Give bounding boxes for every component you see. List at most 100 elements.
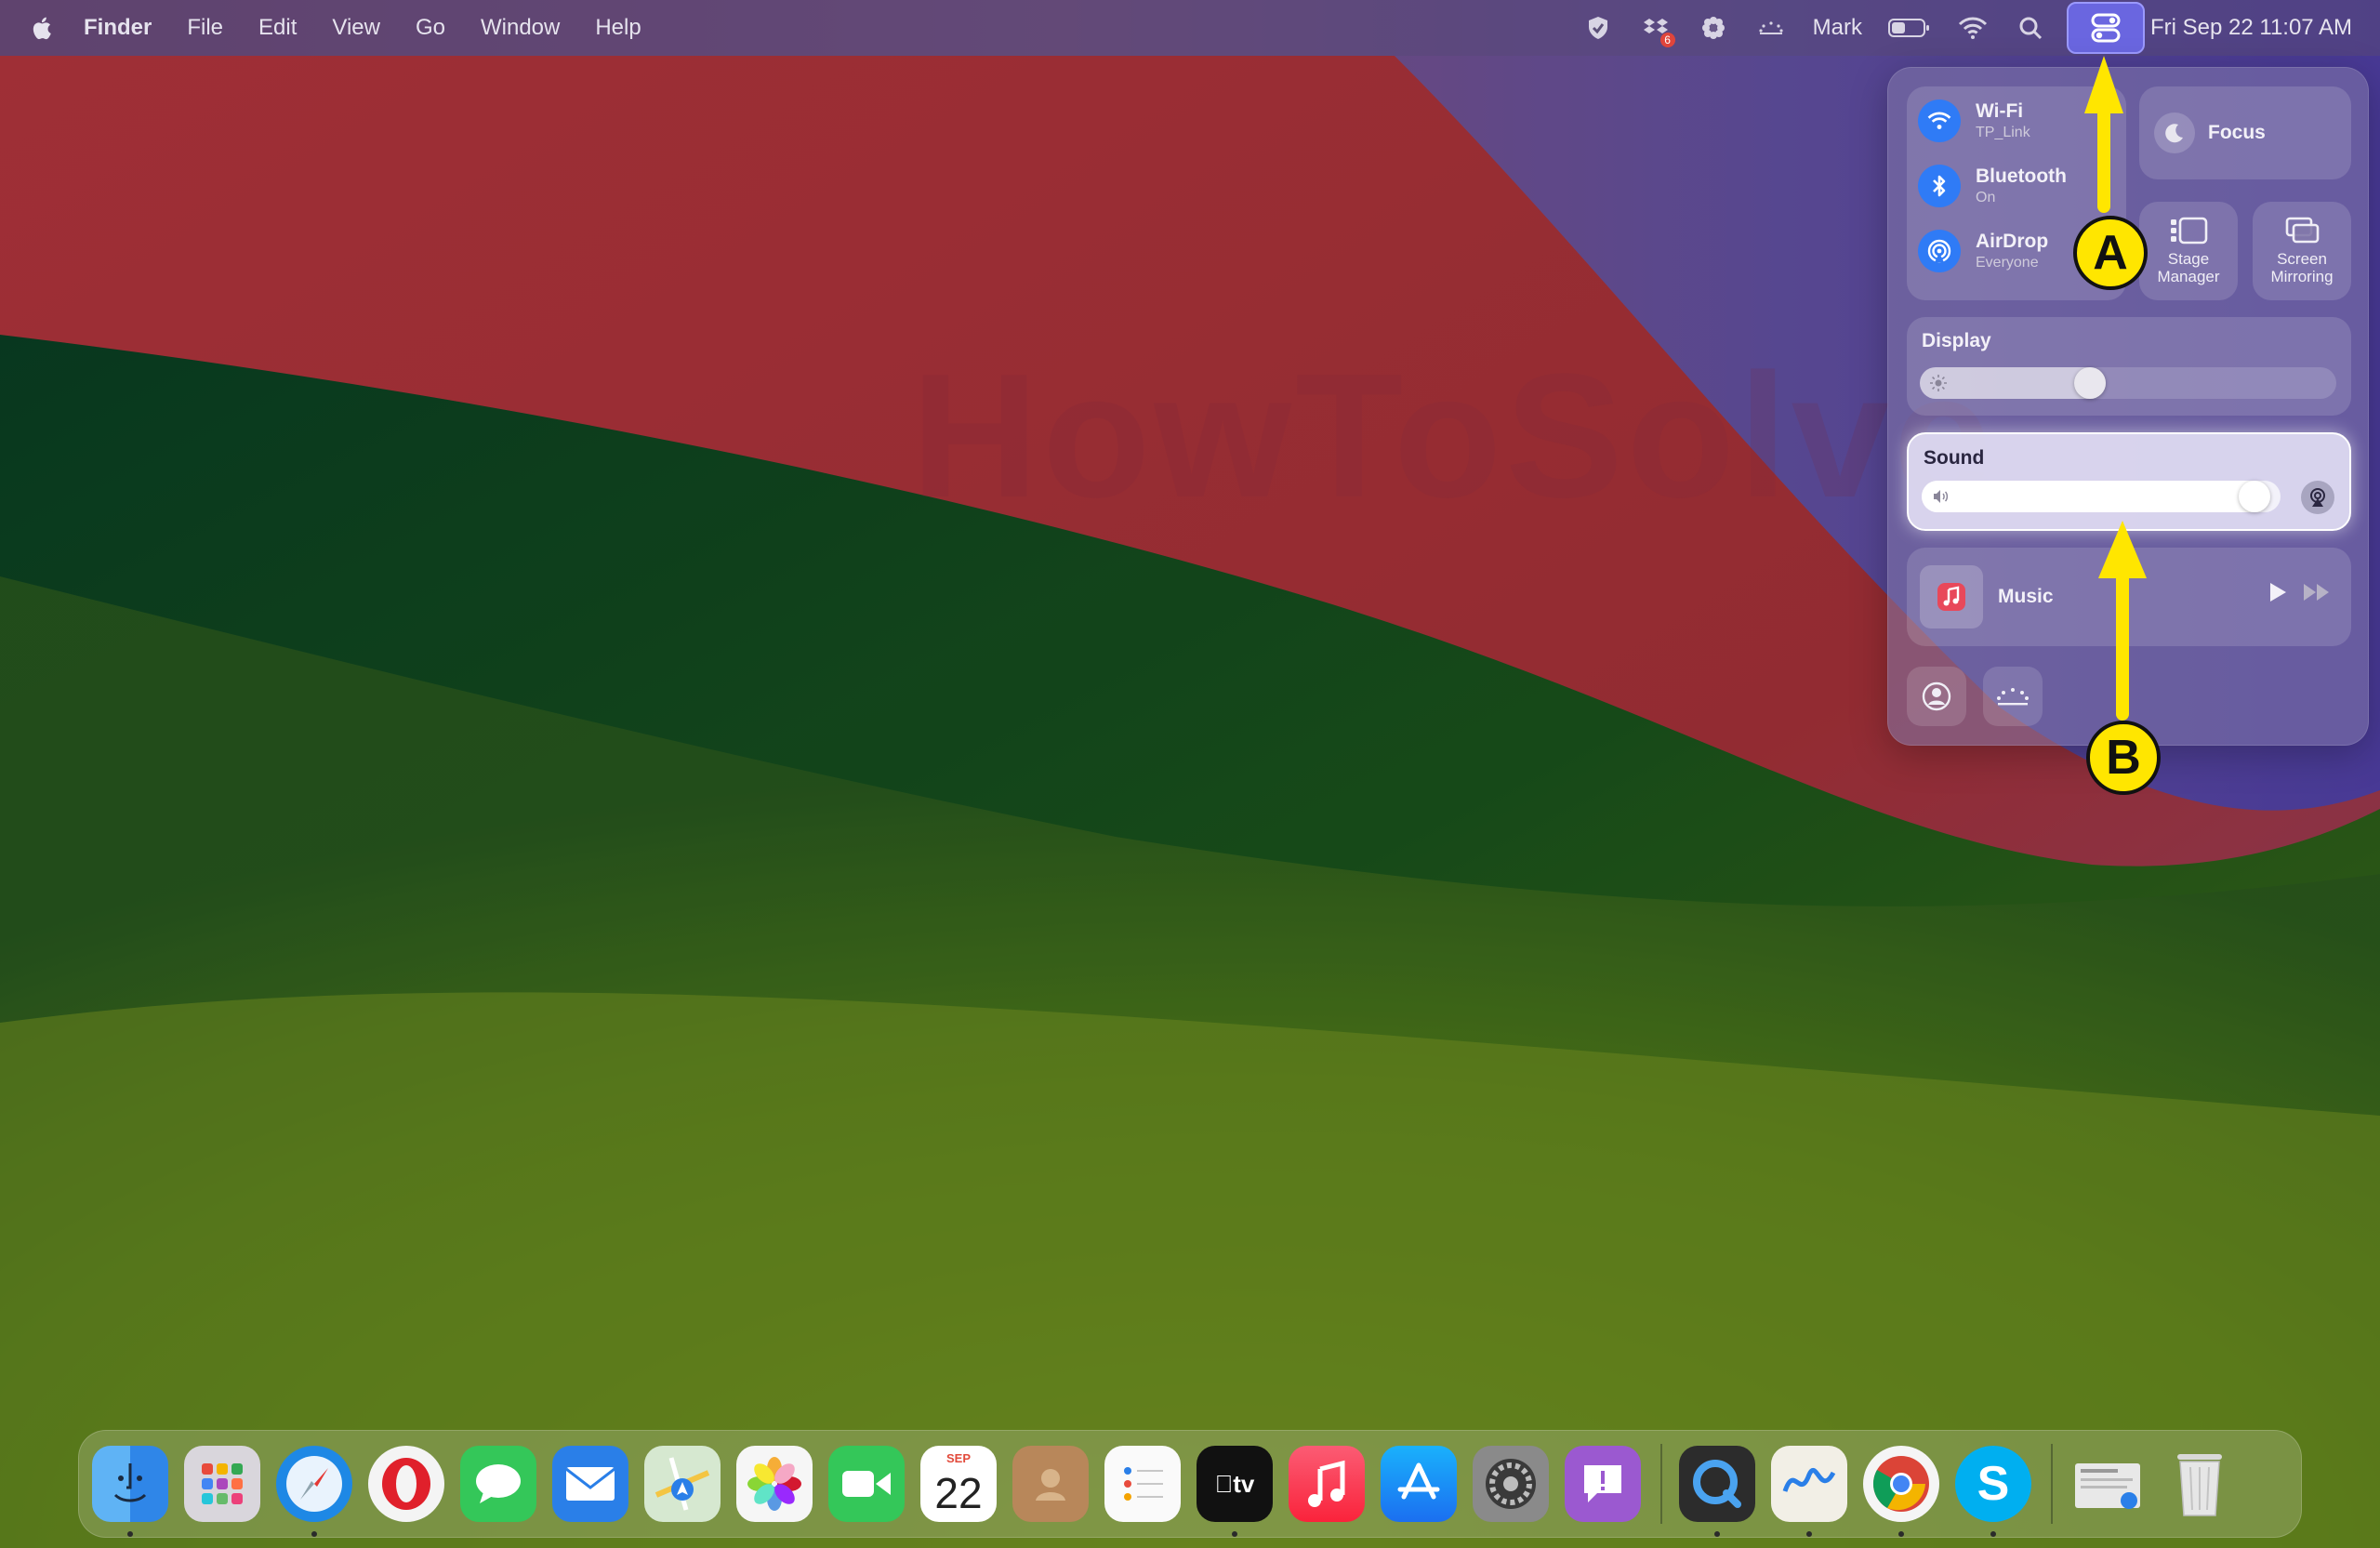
control-center-button[interactable] (2066, 2, 2145, 54)
volume-slider[interactable] (1922, 481, 2281, 512)
running-indicator (1232, 1531, 1237, 1537)
messages-icon[interactable] (460, 1446, 536, 1522)
music-title: Music (1998, 586, 2054, 607)
focus-button[interactable]: Focus (2139, 86, 2351, 179)
calendar-icon[interactable]: SEP 22 (920, 1446, 997, 1522)
wifi-network-name: TP_Link (1976, 125, 2030, 140)
finder-icon[interactable] (92, 1446, 168, 1537)
menu-view[interactable]: View (332, 15, 380, 41)
watermark: HowToSolve (911, 337, 1995, 535)
stage-manager-icon (2171, 217, 2208, 245)
airdrop-icon (1918, 230, 1961, 272)
airdrop-title: AirDrop (1976, 231, 2049, 252)
menu-bar: Finder File Edit View Go Window Help 6 M… (0, 0, 2380, 56)
chrome-icon[interactable] (1863, 1446, 1939, 1537)
sun-icon (1930, 375, 1947, 391)
keyboard-brightness-icon (1997, 688, 2029, 706)
sound-module: Sound (1907, 432, 2351, 531)
contacts-icon[interactable] (1012, 1446, 1089, 1522)
running-indicator (1714, 1531, 1720, 1537)
menu-window[interactable]: Window (481, 15, 560, 41)
screen-mirroring-label-line1: Screen (2277, 250, 2327, 268)
fast-forward-icon[interactable] (2303, 582, 2331, 602)
annotation-marker-b: B (2086, 721, 2161, 795)
music-app-icon (1920, 565, 1983, 628)
wifi-icon (1918, 99, 1961, 142)
screen-mirroring-icon (2285, 217, 2320, 244)
bluetooth-status: On (1976, 190, 1996, 205)
bluetooth-icon (1918, 165, 1961, 207)
menu-go[interactable]: Go (416, 15, 445, 41)
brightness-slider-knob[interactable] (2074, 367, 2106, 399)
display-module: Display (1907, 317, 2351, 416)
documents-stack-icon[interactable] (2069, 1446, 2146, 1522)
focus-label: Focus (2208, 122, 2266, 143)
running-indicator (127, 1531, 133, 1537)
stage-manager-button[interactable]: Stage Manager (2139, 202, 2238, 300)
flower-icon[interactable] (1698, 12, 1729, 44)
menu-file[interactable]: File (187, 15, 223, 41)
dropbox-badge: 6 (1659, 33, 1675, 47)
menu-bar-clock[interactable]: Fri Sep 22 11:07 AM (2150, 15, 2352, 41)
apple-tv-icon[interactable]: tv (1197, 1446, 1273, 1537)
checkmark-shield-icon[interactable] (1582, 12, 1614, 44)
keyboard-brightness-button[interactable] (1983, 667, 2043, 726)
skype-letter: S (1977, 1457, 2010, 1511)
brightness-slider[interactable] (1920, 367, 2336, 399)
apple-menu-icon[interactable] (28, 13, 58, 43)
app-store-icon[interactable] (1381, 1446, 1457, 1522)
opera-icon[interactable] (368, 1446, 444, 1522)
sound-title: Sound (1924, 447, 1985, 469)
launchpad-icon[interactable] (184, 1446, 260, 1522)
play-icon[interactable] (2268, 581, 2288, 603)
wifi-status-icon[interactable] (1957, 12, 1989, 44)
dropbox-icon[interactable]: 6 (1640, 12, 1675, 47)
photos-icon[interactable] (736, 1446, 813, 1522)
dock: SEP 22 tv S (78, 1430, 2302, 1538)
maps-icon[interactable] (644, 1446, 721, 1522)
system-settings-icon[interactable] (1473, 1446, 1549, 1522)
wifi-toggle[interactable]: Wi-Fi TP_Link (1918, 99, 2030, 142)
now-playing-module[interactable]: Music (1907, 548, 2351, 646)
facetime-icon[interactable] (828, 1446, 905, 1522)
stage-manager-label-line1: Stage (2167, 250, 2210, 268)
skype-icon[interactable]: S (1955, 1446, 2031, 1537)
apple-tv-label: tv (1223, 1469, 1254, 1498)
dock-separator (1660, 1444, 1662, 1524)
menu-help[interactable]: Help (595, 15, 641, 41)
safari-icon[interactable] (276, 1446, 352, 1537)
screen-mirroring-label-line2: Mirroring (2270, 268, 2334, 285)
volume-slider-knob[interactable] (2239, 481, 2270, 512)
battery-icon[interactable] (1887, 12, 1931, 44)
spotlight-search-icon[interactable] (2015, 12, 2046, 44)
control-center-icon (2091, 13, 2121, 43)
dock-separator (2051, 1444, 2053, 1524)
running-indicator (1806, 1531, 1812, 1537)
moon-icon (2154, 112, 2195, 153)
audio-output-button[interactable] (2301, 481, 2334, 514)
quicktime-icon[interactable] (1679, 1446, 1755, 1537)
trash-icon[interactable] (2162, 1446, 2238, 1522)
airdrop-status: Everyone (1976, 255, 2039, 271)
stage-manager-label-line2: Manager (2157, 268, 2220, 285)
annotation-marker-a: A (2073, 216, 2148, 290)
sunrise-dots-icon[interactable] (1755, 12, 1787, 44)
running-indicator (1990, 1531, 1996, 1537)
running-indicator (1898, 1531, 1904, 1537)
user-circle-icon (1922, 681, 1951, 711)
music-dock-icon[interactable] (1289, 1446, 1365, 1522)
bluetooth-toggle[interactable]: Bluetooth On (1918, 165, 2067, 207)
bluetooth-title: Bluetooth (1976, 165, 2067, 187)
user-name[interactable]: Mark (1813, 15, 1862, 41)
reminders-icon[interactable] (1104, 1446, 1181, 1522)
accessibility-shortcut-button[interactable] (1907, 667, 1966, 726)
menu-app-name[interactable]: Finder (84, 15, 152, 41)
wifi-title: Wi-Fi (1976, 100, 2024, 122)
speaker-icon (1934, 490, 1949, 503)
feedback-assistant-icon[interactable] (1565, 1446, 1641, 1522)
screen-mirroring-button[interactable]: Screen Mirroring (2253, 202, 2351, 300)
menu-edit[interactable]: Edit (258, 15, 297, 41)
mail-icon[interactable] (552, 1446, 628, 1522)
freeform-icon[interactable] (1771, 1446, 1847, 1537)
airdrop-toggle[interactable]: AirDrop Everyone (1918, 230, 2048, 272)
